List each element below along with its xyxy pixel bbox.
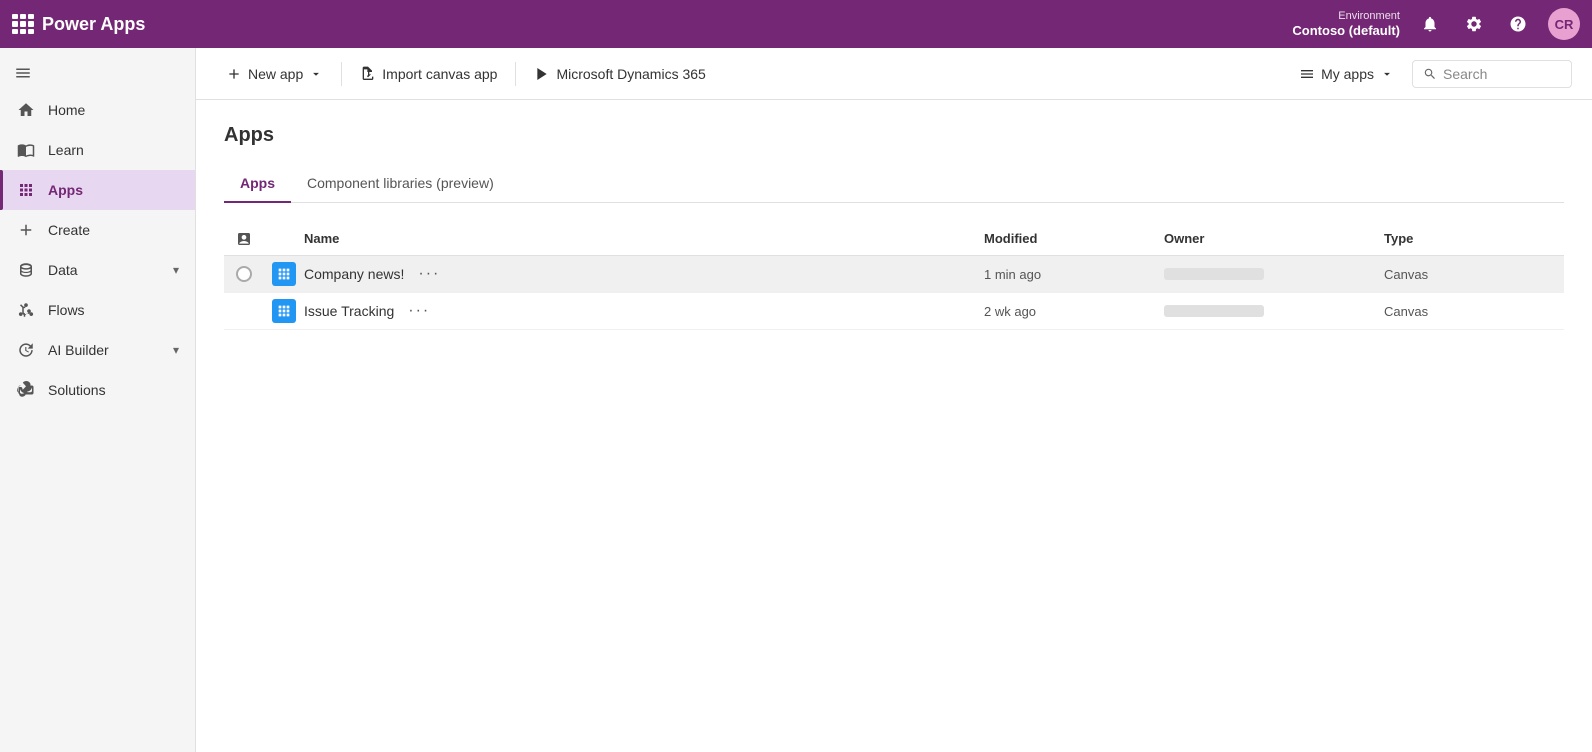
- header-name: Name: [304, 231, 984, 247]
- apps-icon: [16, 180, 36, 200]
- avatar[interactable]: CR: [1548, 8, 1580, 40]
- header-type: Type: [1384, 231, 1564, 247]
- sidebar-item-home[interactable]: Home: [0, 90, 195, 130]
- learn-icon: [16, 140, 36, 160]
- row2-type: Canvas: [1384, 304, 1564, 319]
- waffle-icon[interactable]: [12, 14, 32, 34]
- sidebar-label-home: Home: [48, 102, 85, 118]
- toolbar-separator: [341, 62, 342, 86]
- row1-check[interactable]: [224, 266, 264, 282]
- page-title: Apps: [224, 124, 1564, 147]
- tab-apps[interactable]: Apps: [224, 167, 291, 203]
- sidebar-collapse-button[interactable]: [0, 56, 195, 90]
- row2-icon: [264, 299, 304, 323]
- tabs-bar: Apps Component libraries (preview): [224, 167, 1564, 203]
- sidebar-item-data[interactable]: Data ▾: [0, 250, 195, 290]
- header-check: [224, 231, 264, 247]
- import-canvas-label: Import canvas app: [382, 66, 497, 82]
- home-icon: [16, 100, 36, 120]
- row1-icon: [264, 262, 304, 286]
- tab-component-libraries[interactable]: Component libraries (preview): [291, 167, 510, 203]
- environment-selector[interactable]: Environment Contoso (default): [1292, 10, 1400, 39]
- dynamics-button[interactable]: Microsoft Dynamics 365: [524, 60, 715, 88]
- sidebar-item-solutions[interactable]: Solutions: [0, 370, 195, 410]
- notification-icon[interactable]: [1416, 10, 1444, 38]
- row1-more-button[interactable]: ···: [412, 263, 446, 285]
- topnav: Power Apps Environment Contoso (default)…: [0, 0, 1592, 48]
- row1-radio[interactable]: [236, 266, 252, 282]
- sidebar-item-learn[interactable]: Learn: [0, 130, 195, 170]
- new-app-button[interactable]: New app: [216, 60, 333, 88]
- sidebar-label-data: Data: [48, 262, 78, 278]
- solutions-icon: [16, 380, 36, 400]
- app-title: Power Apps: [42, 14, 145, 35]
- sidebar: Home Learn Apps Create Data ▾: [0, 48, 196, 752]
- table-header: Name Modified Owner Type: [224, 223, 1564, 256]
- sidebar-label-create: Create: [48, 222, 90, 238]
- sidebar-label-learn: Learn: [48, 142, 84, 158]
- my-apps-button[interactable]: My apps: [1289, 60, 1404, 88]
- search-box[interactable]: Search: [1412, 60, 1572, 88]
- data-icon: [16, 260, 36, 280]
- row2-modified: 2 wk ago: [984, 304, 1164, 319]
- row1-modified: 1 min ago: [984, 267, 1164, 282]
- row2-owner: [1164, 305, 1384, 317]
- app-body: Home Learn Apps Create Data ▾: [0, 48, 1592, 752]
- row2-owner-placeholder: [1164, 305, 1264, 317]
- sidebar-label-aibuilder: AI Builder: [48, 342, 109, 358]
- aibuilder-icon: [16, 340, 36, 360]
- environment-name: Contoso (default): [1292, 23, 1400, 39]
- row1-owner: [1164, 268, 1384, 280]
- sidebar-item-aibuilder[interactable]: AI Builder ▾: [0, 330, 195, 370]
- import-canvas-button[interactable]: Import canvas app: [350, 60, 507, 88]
- help-icon[interactable]: [1504, 10, 1532, 38]
- row2-more-button[interactable]: ···: [402, 300, 436, 322]
- header-icon-col: [264, 231, 304, 247]
- row1-type: Canvas: [1384, 267, 1564, 282]
- sidebar-item-apps[interactable]: Apps: [0, 170, 195, 210]
- row2-name: Issue Tracking ···: [304, 300, 984, 322]
- header-modified: Modified: [984, 231, 1164, 247]
- header-owner: Owner: [1164, 231, 1384, 247]
- table-row[interactable]: Issue Tracking ··· 2 wk ago Canvas: [224, 293, 1564, 330]
- toolbar: New app Import canvas app Microsoft Dyna…: [196, 48, 1592, 100]
- main-content: New app Import canvas app Microsoft Dyna…: [196, 48, 1592, 752]
- search-label: Search: [1443, 66, 1487, 82]
- my-apps-label: My apps: [1321, 66, 1374, 82]
- sidebar-label-apps: Apps: [48, 182, 83, 198]
- dynamics-label: Microsoft Dynamics 365: [556, 66, 705, 82]
- flows-icon: [16, 300, 36, 320]
- settings-icon[interactable]: [1460, 10, 1488, 38]
- row2-app-icon: [272, 299, 296, 323]
- environment-label: Environment: [1338, 10, 1400, 23]
- row1-name: Company news! ···: [304, 263, 984, 285]
- toolbar-right: My apps Search: [1289, 60, 1572, 88]
- sidebar-item-create[interactable]: Create: [0, 210, 195, 250]
- create-icon: [16, 220, 36, 240]
- table-row[interactable]: Company news! ··· 1 min ago Canvas: [224, 256, 1564, 293]
- row1-app-icon: [272, 262, 296, 286]
- new-app-label: New app: [248, 66, 303, 82]
- sidebar-item-flows[interactable]: Flows: [0, 290, 195, 330]
- sidebar-label-solutions: Solutions: [48, 382, 106, 398]
- data-chevron-icon: ▾: [173, 263, 179, 277]
- apps-table: Name Modified Owner Type: [224, 223, 1564, 330]
- sidebar-label-flows: Flows: [48, 302, 85, 318]
- aibuilder-chevron-icon: ▾: [173, 343, 179, 357]
- toolbar-separator-2: [515, 62, 516, 86]
- row1-owner-placeholder: [1164, 268, 1264, 280]
- content-area: Apps Apps Component libraries (preview) …: [196, 100, 1592, 752]
